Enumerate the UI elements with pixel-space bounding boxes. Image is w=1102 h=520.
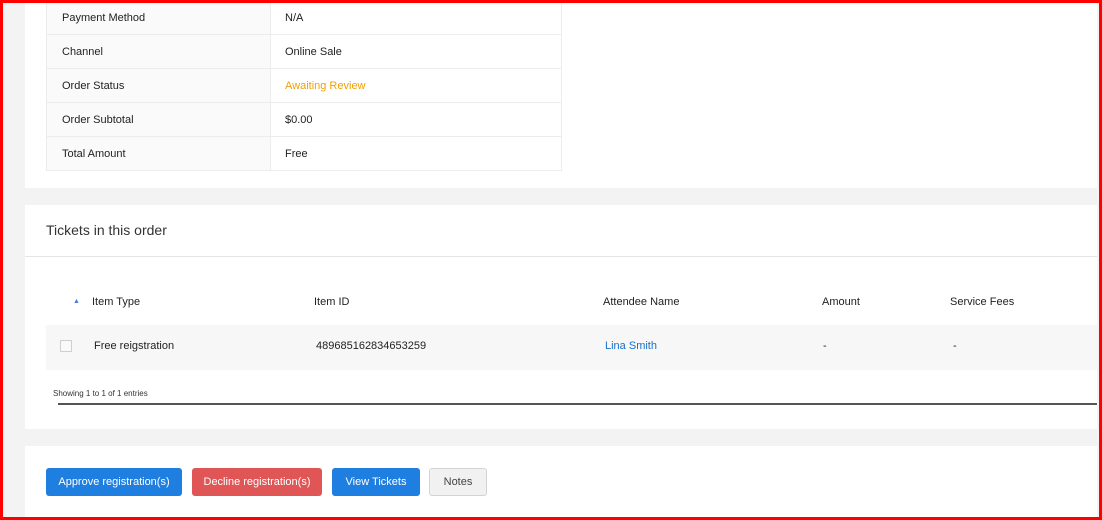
detail-label: Total Amount — [46, 136, 271, 171]
table-row: Free reigstration 489685162834653259 Lin… — [46, 325, 1097, 370]
row-checkbox[interactable] — [60, 340, 72, 352]
column-header-attendee-name[interactable]: Attendee Name — [603, 296, 679, 308]
detail-label: Channel — [46, 34, 271, 69]
amount-cell: - — [823, 340, 827, 352]
column-header-item-id[interactable]: Item ID — [314, 296, 349, 308]
attendee-name-cell: Lina Smith — [605, 340, 657, 352]
actions-panel: Approve registration(s) Decline registra… — [25, 446, 1097, 520]
attendee-name-link[interactable]: Lina Smith — [605, 340, 657, 352]
detail-row-order-subtotal: Order Subtotal $0.00 — [46, 102, 562, 137]
tickets-panel: Tickets in this order ▲ Item Type Item I… — [25, 205, 1097, 429]
table-info-text: Showing 1 to 1 of 1 entries — [53, 389, 148, 398]
notes-button[interactable]: Notes — [429, 468, 487, 496]
detail-label: Order Subtotal — [46, 102, 271, 137]
approve-registration-button[interactable]: Approve registration(s) — [46, 468, 182, 496]
detail-value: Free — [270, 136, 562, 171]
tickets-title: Tickets in this order — [46, 222, 167, 238]
column-header-item-type[interactable]: Item Type — [92, 296, 140, 308]
column-header-service-fees[interactable]: Service Fees — [950, 296, 1014, 308]
order-details-panel: Payment Method N/A Channel Online Sale O… — [25, 0, 1097, 188]
detail-row-order-status: Order Status Awaiting Review — [46, 68, 562, 103]
sort-ascending-icon[interactable]: ▲ — [73, 298, 80, 305]
item-id-cell: 489685162834653259 — [316, 340, 427, 352]
divider — [25, 256, 1097, 257]
order-status-value: Awaiting Review — [270, 68, 562, 103]
column-header-amount[interactable]: Amount — [822, 296, 860, 308]
detail-row-channel: Channel Online Sale — [46, 34, 562, 69]
service-fees-cell: - — [953, 340, 957, 352]
horizontal-scrollbar[interactable] — [58, 403, 1097, 405]
decline-registration-button[interactable]: Decline registration(s) — [192, 468, 322, 496]
detail-label: Order Status — [46, 68, 271, 103]
detail-value: $0.00 — [270, 102, 562, 137]
tickets-table-header: ▲ Item Type Item ID Attendee Name Amount… — [46, 293, 1097, 313]
order-details-table: Payment Method N/A Channel Online Sale O… — [46, 0, 562, 171]
detail-value: Online Sale — [270, 34, 562, 69]
view-tickets-button[interactable]: View Tickets — [332, 468, 420, 496]
detail-label: Payment Method — [46, 0, 271, 35]
detail-value: N/A — [270, 0, 562, 35]
item-type-cell: Free reigstration — [94, 340, 175, 352]
detail-row-total-amount: Total Amount Free — [46, 136, 562, 171]
detail-row-payment-method: Payment Method N/A — [46, 0, 562, 35]
